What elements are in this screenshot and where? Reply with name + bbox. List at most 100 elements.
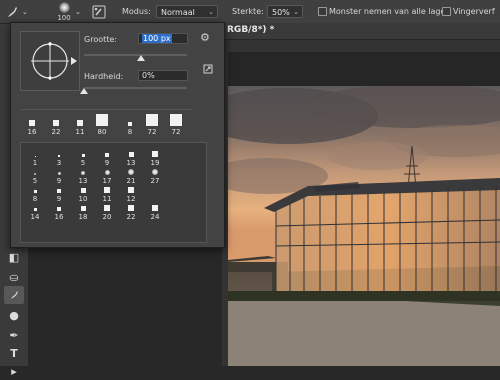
brush-tip-icon [33,208,37,211]
brush-preset-size-label: 24 [150,213,160,221]
panel-settings-gear-icon[interactable]: ⚙ [200,31,210,44]
brush-preset-item[interactable]: 9 [97,151,117,167]
brush-preset-item[interactable]: 9 [49,187,69,203]
brush-preset-item[interactable]: 10 [73,187,93,203]
hard-round-brush-tip-icon [128,122,132,126]
brush-preset-size-label: 18 [78,213,88,221]
brush-preset-item[interactable]: 11 [97,187,117,203]
brush-tip-icon [57,172,61,175]
size-slider-track[interactable] [84,54,187,56]
brush-preset-item[interactable]: 12 [121,187,141,203]
brush-preset-size-label: 12 [126,195,136,203]
hard-round-brush-tip-icon [146,114,158,126]
sample-all-layers-label: Monster nemen van alle lagen [329,7,451,16]
smudge-tool-icon[interactable] [4,286,24,304]
brush-preset-item[interactable]: 14 [25,205,45,221]
brush-tip-icon [104,205,110,211]
horizontal-ruler [222,40,500,52]
brush-tip-icon [33,190,37,193]
brush-tip-icon [34,156,36,157]
brush-tip-icon [128,187,134,193]
recent-brush-item[interactable]: 8 [120,114,140,136]
size-slider-thumb[interactable] [137,55,145,61]
brush-preset-size-label: 5 [32,177,38,185]
brush-preset-picker[interactable]: 100 [56,0,72,23]
brush-preset-size-label: 5 [80,159,86,167]
brush-preset-size-label: 9 [56,195,62,203]
brush-preset-size-label: 11 [102,195,112,203]
document-tab-title[interactable]: RGB/8*) * [227,25,274,35]
brush-preset-item[interactable]: 18 [73,205,93,221]
brush-preset-item[interactable]: 17 [97,169,117,185]
brush-preset-size-label: 10 [78,195,88,203]
pen-tool-icon[interactable]: ✒ [4,326,24,344]
mode-label: Modus: [122,7,151,16]
brush-preset-item[interactable]: 5 [73,151,93,167]
brush-tip-icon [104,170,110,175]
recent-brush-size-label: 16 [27,128,37,136]
finger-paint-checkbox[interactable] [442,7,451,16]
brush-tip-icon [58,155,60,157]
recent-brush-item[interactable]: 22 [46,114,66,136]
sample-all-layers-checkbox[interactable] [318,7,327,16]
brush-preset-item[interactable]: 21 [121,169,141,185]
recent-brush-size-label: 80 [97,128,107,136]
hardness-value: 0% [142,71,155,80]
brush-preset-item[interactable]: 13 [73,169,93,185]
type-tool-icon[interactable]: T [4,344,24,362]
brush-preset-item[interactable]: 19 [145,151,165,167]
brush-preset-grid: 1 3 5 9 13 19 5 9 13 17 21 27 8 9 10 11 12 14 16 18 20 22 24 [20,142,207,243]
brush-preset-size-label: 9 [104,159,110,167]
brush-preset-item[interactable]: 1 [25,151,45,167]
brush-tip-icon [81,171,85,175]
smudge-tool-icon[interactable] [4,0,20,23]
recent-brush-size-label: 72 [171,128,181,136]
mode-select[interactable]: Normaal ⌄ [156,5,218,18]
brush-preset-item[interactable]: 27 [145,169,165,185]
size-value: 100 px [142,34,172,43]
brush-preset-item[interactable]: 20 [97,205,117,221]
brush-tip-icon [81,154,85,157]
brush-tip-icon [152,169,158,175]
hardness-slider-track[interactable] [84,87,187,89]
brush-tip-icon [80,188,86,193]
recent-brush-item[interactable]: 11 [70,114,90,136]
recent-brush-item[interactable]: 80 [92,114,112,136]
recent-brush-item[interactable]: 72 [142,114,162,136]
tool-preset-chevron-icon[interactable]: ⌄ [22,0,28,23]
brush-preset-item[interactable]: 13 [121,151,141,167]
brush-preset-size-label: 27 [150,177,160,185]
dodge-tool-icon[interactable]: ● [4,306,24,324]
brush-picker-chevron-icon[interactable]: ⌄ [75,0,81,23]
eraser-tool-icon[interactable]: ◧ [4,248,24,266]
recent-brush-size-label: 11 [75,128,85,136]
brush-settings-panel-icon[interactable] [92,0,106,23]
strength-label: Sterkte: [232,7,264,16]
brush-preset-item[interactable]: 22 [121,205,141,221]
brush-preset-size-label: 3 [56,159,62,167]
brush-tip-icon [80,206,86,211]
brush-preset-item[interactable]: 9 [49,169,69,185]
strength-input[interactable]: 50% ⌄ [267,5,303,18]
recent-brushes-row: 16 22 11 80 8 72 72 [20,109,192,138]
recent-brush-item[interactable]: 72 [166,114,186,136]
new-preset-icon[interactable] [203,59,213,78]
strength-value: 50% [272,8,290,17]
brush-preset-item[interactable]: 8 [25,187,45,203]
brush-preset-item[interactable]: 24 [145,205,165,221]
paint-bucket-tool-icon[interactable]: ⛀ [4,268,24,286]
canvas-image[interactable] [228,86,500,366]
brush-preset-item[interactable]: 3 [49,151,69,167]
hardness-input[interactable]: 0% [138,70,188,81]
brush-angle-preview[interactable] [20,31,80,91]
brush-preset-panel: Grootte: 100 px ⚙ Hardheid: 0% 16 22 11 80 8… [10,22,225,248]
hardness-slider-thumb[interactable] [80,88,88,94]
size-input[interactable]: 100 px [138,33,188,44]
brush-preset-item[interactable]: 16 [49,205,69,221]
path-selection-tool-icon[interactable]: ▸ [4,362,24,380]
brush-tip-icon [57,207,61,211]
brush-tip-icon [128,169,134,175]
brush-preset-item[interactable]: 5 [25,169,45,185]
recent-brush-size-label: 72 [147,128,157,136]
recent-brush-item[interactable]: 16 [22,114,42,136]
